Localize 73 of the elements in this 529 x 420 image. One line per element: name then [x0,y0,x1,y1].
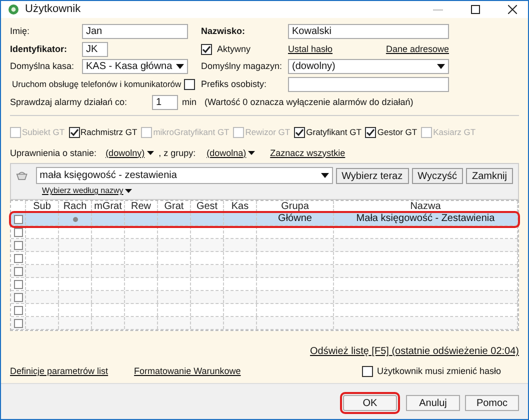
checkbox[interactable] [68,126,80,138]
dialog-button[interactable]: OK [343,395,397,411]
label: Imię: [10,25,31,38]
link[interactable]: Definicje parametrów list [10,365,108,379]
row-checkbox[interactable] [14,266,22,276]
label: Domyślny magazyn: [200,60,284,74]
basket-icon [16,170,28,182]
label: Uprawnienia o stanie: [10,146,97,160]
row-checkbox[interactable] [14,214,22,224]
checkbox[interactable] [294,126,306,138]
table-row[interactable]: Główne Mała księgowość - Zestawienia [11,213,518,226]
checkbox[interactable] [201,44,212,55]
row-checkbox[interactable] [14,306,22,315]
dropdown-arrow-icon [248,151,256,156]
window-title: Użytkownik [25,2,82,18]
label: Subiekt GT [22,126,65,139]
link[interactable]: Zaznacz wszystkie [270,146,346,160]
warehouse-dropdown[interactable]: (dowolny) [288,59,449,74]
maximize-icon[interactable] [471,5,480,14]
label: Użytkownik musi zmienić hasło [376,365,501,378]
label: mikroGratyfikant GT [153,126,230,139]
prefix-field[interactable] [288,76,449,92]
checkbox[interactable] [362,366,373,378]
label: Gratyfikant GT [306,126,362,139]
dropdown-arrow-icon [146,151,154,156]
dropdown-arrow-icon [437,64,445,70]
cash-register-dropdown[interactable]: KAS - Kasa główna [82,59,188,74]
label: , z grupy: [158,146,196,160]
filter-button[interactable]: Wyczyść [412,168,463,184]
row-checkbox[interactable] [14,318,22,328]
label: Domyślna kasa: [10,60,76,74]
table-cell: Mała księgowość - Zestawienia [356,213,495,226]
alarm-interval-field[interactable]: 1 [152,94,178,110]
filter-button[interactable]: Wybierz teraz [336,168,409,184]
dropdown-arrow-icon [176,64,184,70]
last-name-field[interactable]: Kowalski [288,24,449,40]
dropdown-arrow-icon [125,189,132,194]
filter-button[interactable]: Zamknij [466,168,513,184]
table-cell: Główne [278,213,312,226]
link[interactable]: Formatowanie Warunkowe [134,365,241,379]
row-checkbox[interactable] [14,280,22,289]
dialog-button[interactable]: Anuluj [406,395,460,411]
link[interactable]: Odśwież listę [F5] (ostatnie odświeżenie 02:04) [310,344,519,360]
checkbox[interactable] [184,78,196,90]
dropdown-arrow-icon [320,173,329,178]
label: Uruchom obsługę telefonów i komunikatorów [12,78,182,91]
select-by-name-dropdown[interactable]: Wybierz według nazwy [42,185,513,198]
label: Prefiks osobisty: [200,78,268,91]
label: Gestor GT [377,126,418,139]
state-dropdown[interactable]: (dowolny) [106,146,154,160]
row-checkbox[interactable] [14,254,22,263]
identifier-field[interactable]: JK [82,42,108,57]
label: min [182,96,197,109]
dialog-button[interactable]: Pomoc [465,395,519,411]
label: Aktywny [217,42,251,56]
row-checkbox[interactable] [14,292,22,302]
label: (Wartość 0 oznacza wyłączenie alarmów do działań) [204,96,414,109]
app-logo-icon [8,4,19,16]
checkbox[interactable] [365,126,376,138]
filter-dropdown[interactable]: mała księgowość - zestawienia [36,167,333,184]
label: Rachmistrz GT [80,126,138,139]
label: Rewizor GT [245,126,290,139]
label: Nazwisko: [200,25,246,38]
label: Sprawdzaj alarmy działań co: [10,96,128,109]
first-name-field[interactable]: Jan [82,24,188,40]
link[interactable]: Ustal hasło [288,42,333,56]
close-icon[interactable] [508,5,517,14]
link[interactable]: Dane adresowe [386,42,449,56]
label: Identyfikator: [10,42,68,56]
row-checkbox[interactable] [14,240,22,250]
label: Kasiarz GT [433,126,476,139]
row-checkbox[interactable] [14,228,22,237]
group-dropdown[interactable]: (dowolna) [206,146,256,160]
